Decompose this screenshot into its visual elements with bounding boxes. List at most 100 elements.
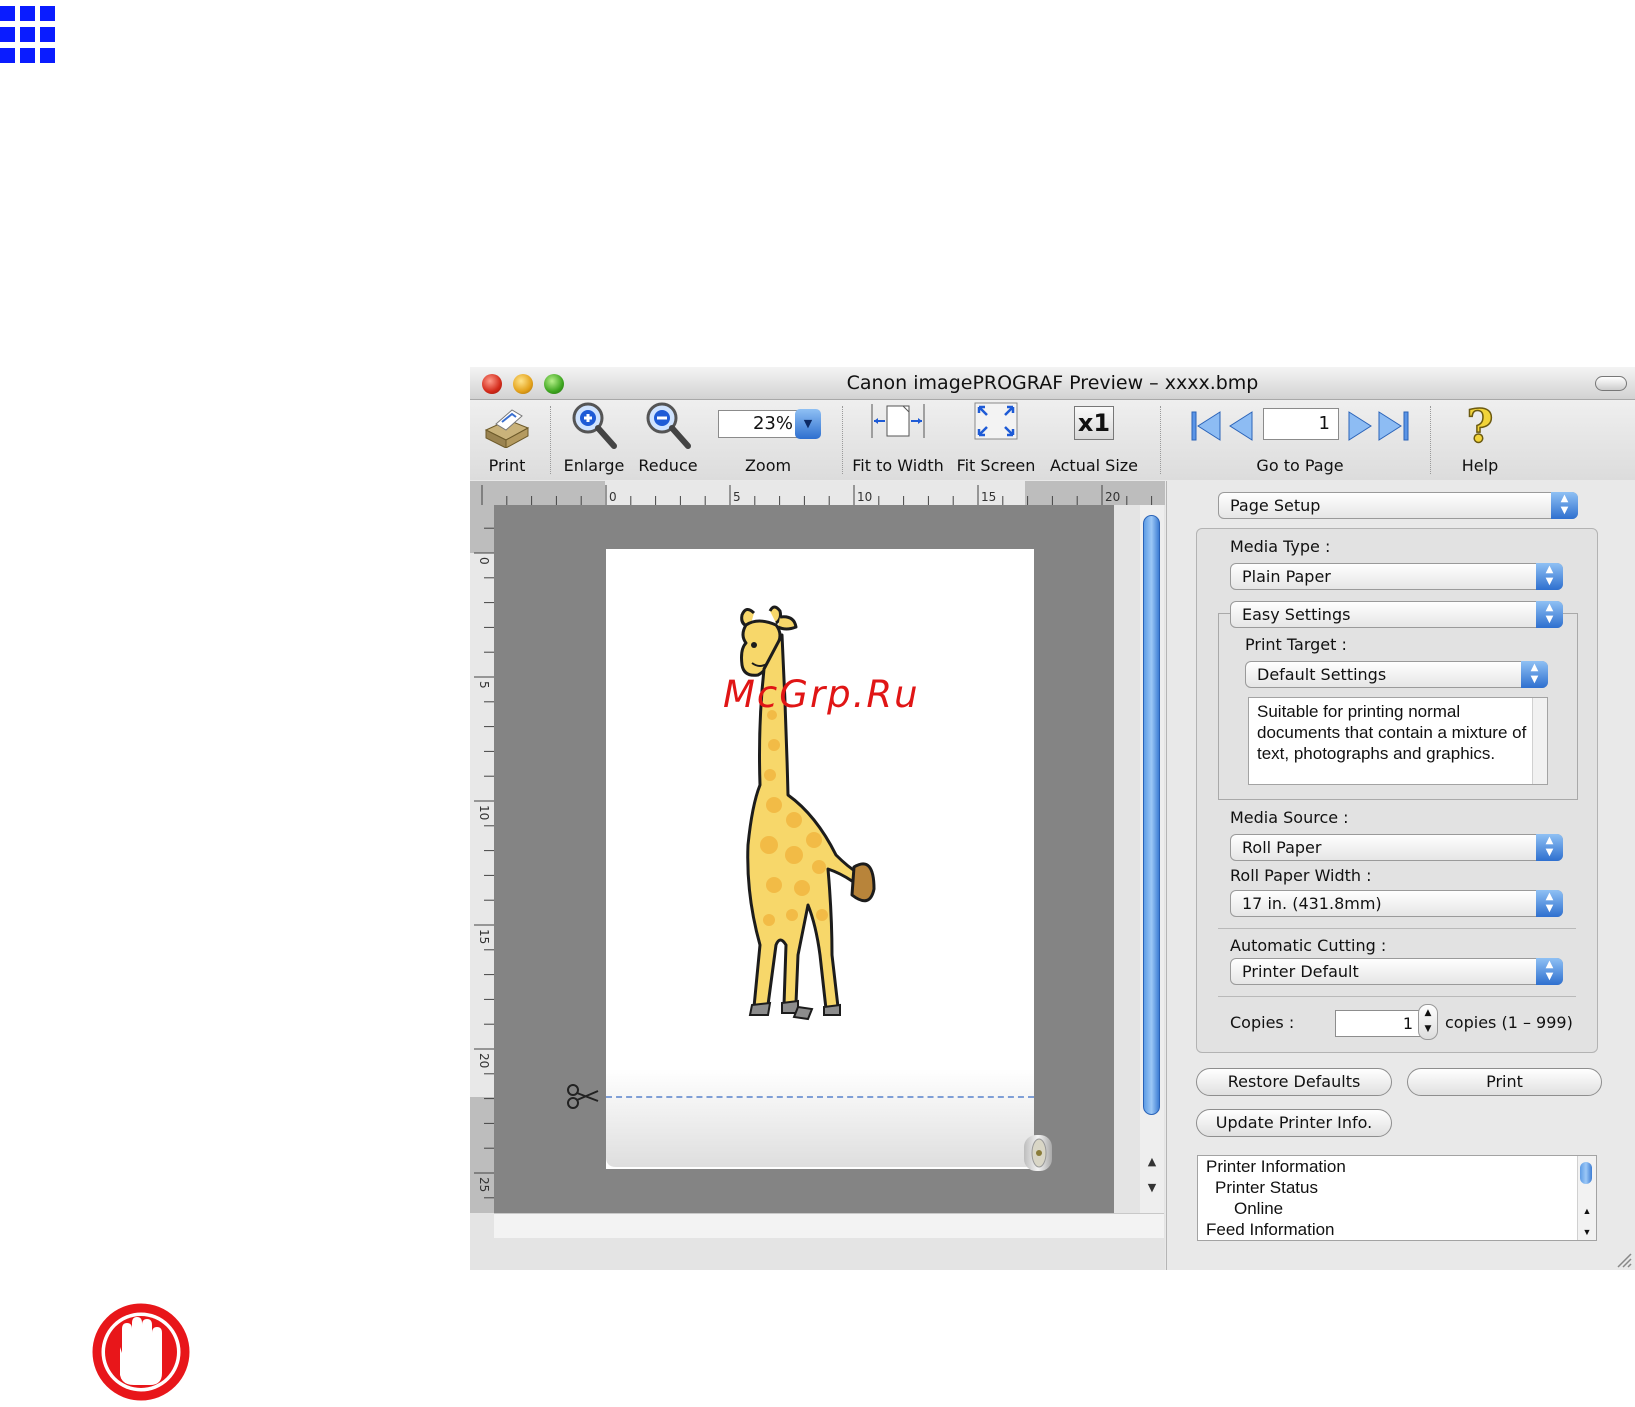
page-setup-select[interactable]: Page Setup ▲ ▼ <box>1218 492 1578 519</box>
reduce-button[interactable]: Reduce <box>638 400 698 480</box>
page-setup-value: Page Setup <box>1230 496 1321 515</box>
automatic-cutting-value: Printer Default <box>1242 962 1359 981</box>
automatic-cutting-label: Automatic Cutting : <box>1230 936 1387 955</box>
media-type-select[interactable]: Plain Paper ▲ ▼ <box>1230 563 1563 590</box>
first-page-button[interactable] <box>1190 410 1222 442</box>
print-toolbar-button[interactable]: Print <box>482 400 532 480</box>
media-type-label: Media Type : <box>1230 537 1331 556</box>
scroll-up-arrow[interactable]: ▲ <box>1140 1155 1164 1175</box>
fit-to-width-button[interactable]: Fit to Width <box>852 400 944 480</box>
ruler-tick-label: 0 <box>477 557 491 565</box>
toolbar-toggle-button[interactable] <box>1595 376 1627 391</box>
vertical-ruler: 0 5 10 15 20 25 <box>470 505 494 1213</box>
zoom-in-icon <box>572 402 617 449</box>
actual-size-button[interactable]: x1 Actual Size <box>1050 400 1138 480</box>
feed-info-line: Feed Information <box>1206 1220 1335 1239</box>
printer-info-line: Printer Information <box>1206 1157 1346 1176</box>
print-toolbar-label: Print <box>488 456 526 475</box>
fit-screen-button[interactable]: Fit Screen <box>957 400 1035 480</box>
next-page-button[interactable] <box>1345 410 1375 442</box>
divider <box>1218 996 1576 997</box>
scroll-down-arrow[interactable]: ▼ <box>1140 1181 1164 1201</box>
actual-size-icon: x1 <box>1074 406 1114 440</box>
copies-stepper[interactable]: ▲ ▼ <box>1418 1004 1438 1040</box>
chevron-updown-icon: ▲ ▼ <box>1536 958 1563 985</box>
copies-range-label: copies (1 – 999) <box>1445 1013 1573 1032</box>
print-target-value: Default Settings <box>1257 665 1387 684</box>
zoom-label: Zoom <box>744 456 792 475</box>
printer-info-list: Printer Information Printer Status Onlin… <box>1197 1155 1597 1241</box>
vertical-scrollbar[interactable]: ▲ ▼ <box>1140 505 1164 1213</box>
copies-input[interactable]: 1 <box>1335 1010 1423 1037</box>
media-source-value: Roll Paper <box>1242 838 1322 857</box>
vertical-scroll-thumb[interactable] <box>1143 515 1160 1115</box>
actual-size-label: Actual Size <box>1049 456 1139 475</box>
ruler-tick-label: 0 <box>609 490 617 504</box>
roll-paper-width-label: Roll Paper Width : <box>1230 866 1372 885</box>
toolbar: Print Enlarge Reduce 23% ▼ Zoom Fit to W… <box>470 398 1635 480</box>
ruler-tick-label: 15 <box>477 929 491 944</box>
title-bar: Canon imagePROGRAF Preview – xxxx.bmp <box>470 367 1635 400</box>
ruler-tick-label: 25 <box>477 1177 491 1192</box>
chevron-updown-icon: ▲ ▼ <box>1536 563 1563 590</box>
printer-status-line: Printer Status <box>1215 1178 1318 1197</box>
help-label: Help <box>1461 456 1499 475</box>
fit-to-width-label: Fit to Width <box>852 456 944 475</box>
zoom-dropdown-button[interactable]: ▼ <box>795 409 821 439</box>
horizontal-scrollbar[interactable] <box>494 1213 1164 1238</box>
ruler-tick-label: 10 <box>857 490 872 504</box>
easy-settings-select[interactable]: Easy Settings ▲ ▼ <box>1230 601 1563 628</box>
giraffe-image <box>740 605 876 1021</box>
stop-hand-icon <box>92 1303 190 1401</box>
copies-label: Copies : <box>1230 1013 1295 1032</box>
horizontal-ruler: 0 5 10 15 20 <box>470 481 1165 505</box>
update-printer-info-button[interactable]: Update Printer Info. <box>1196 1109 1392 1137</box>
print-target-label: Print Target : <box>1245 635 1347 654</box>
description-scrollbar[interactable] <box>1532 698 1547 784</box>
go-to-page-group: Go to Page <box>1256 400 1343 480</box>
help-icon: ? <box>1466 398 1494 454</box>
ruler-tick-label: 20 <box>1105 490 1120 504</box>
preview-canvas[interactable] <box>494 505 1114 1213</box>
help-button[interactable]: ? Help <box>1455 398 1505 480</box>
printer-info-scroll-arrows[interactable]: ▲ ▼ <box>1578 1201 1596 1240</box>
cut-line <box>606 1096 1034 1098</box>
printer-online-line: Online <box>1234 1199 1284 1218</box>
fit-screen-label: Fit Screen <box>956 456 1036 475</box>
grid-menu-icon[interactable] <box>0 6 60 66</box>
ruler-tick-label: 20 <box>477 1053 491 1068</box>
zoom-out-icon <box>646 402 691 449</box>
watermark-text: McGrp.Ru <box>723 673 920 716</box>
print-target-description: Suitable for printing normal documents t… <box>1248 697 1548 785</box>
chevron-updown-icon: ▲ ▼ <box>1536 890 1563 917</box>
window-title: Canon imagePROGRAF Preview – xxxx.bmp <box>846 372 1259 394</box>
automatic-cutting-select[interactable]: Printer Default ▲ ▼ <box>1230 958 1563 985</box>
media-source-select[interactable]: Roll Paper ▲ ▼ <box>1230 834 1563 861</box>
last-page-button[interactable] <box>1377 410 1411 442</box>
fit-width-icon <box>871 404 925 438</box>
resize-grip-icon[interactable] <box>1614 1250 1632 1268</box>
reduce-label: Reduce <box>638 456 698 475</box>
preview-area: 0 5 10 15 20 0 5 10 15 20 25 ▲ ▼ McGrp.R… <box>470 481 1165 1270</box>
ruler-tick-label: 15 <box>981 490 996 504</box>
printer-info-scrollbar[interactable]: ▲ ▼ <box>1577 1156 1596 1240</box>
previous-page-button[interactable] <box>1226 410 1256 442</box>
description-text: Suitable for printing normal documents t… <box>1257 702 1527 763</box>
enlarge-button[interactable]: Enlarge <box>564 400 624 480</box>
chevron-updown-icon: ▲ ▼ <box>1551 492 1578 519</box>
chevron-updown-icon: ▲ ▼ <box>1536 601 1563 628</box>
ruler-tick-label: 5 <box>733 490 741 504</box>
print-button[interactable]: Print <box>1407 1068 1602 1096</box>
svg-text:?: ? <box>1467 400 1494 450</box>
fit-screen-icon <box>974 402 1018 440</box>
divider <box>1218 928 1576 929</box>
print-target-select[interactable]: Default Settings ▲ ▼ <box>1245 661 1548 688</box>
roll-paper-width-select[interactable]: 17 in. (431.8mm) ▲ ▼ <box>1230 890 1563 917</box>
ruler-tick-label: 10 <box>477 805 491 820</box>
ruler-tick-label: 5 <box>477 681 491 689</box>
actual-size-glyph: x1 <box>1077 409 1111 437</box>
chevron-updown-icon: ▲ ▼ <box>1536 834 1563 861</box>
restore-defaults-button[interactable]: Restore Defaults <box>1196 1068 1392 1096</box>
media-type-value: Plain Paper <box>1242 567 1331 586</box>
printer-info-scroll-thumb[interactable] <box>1580 1162 1592 1184</box>
